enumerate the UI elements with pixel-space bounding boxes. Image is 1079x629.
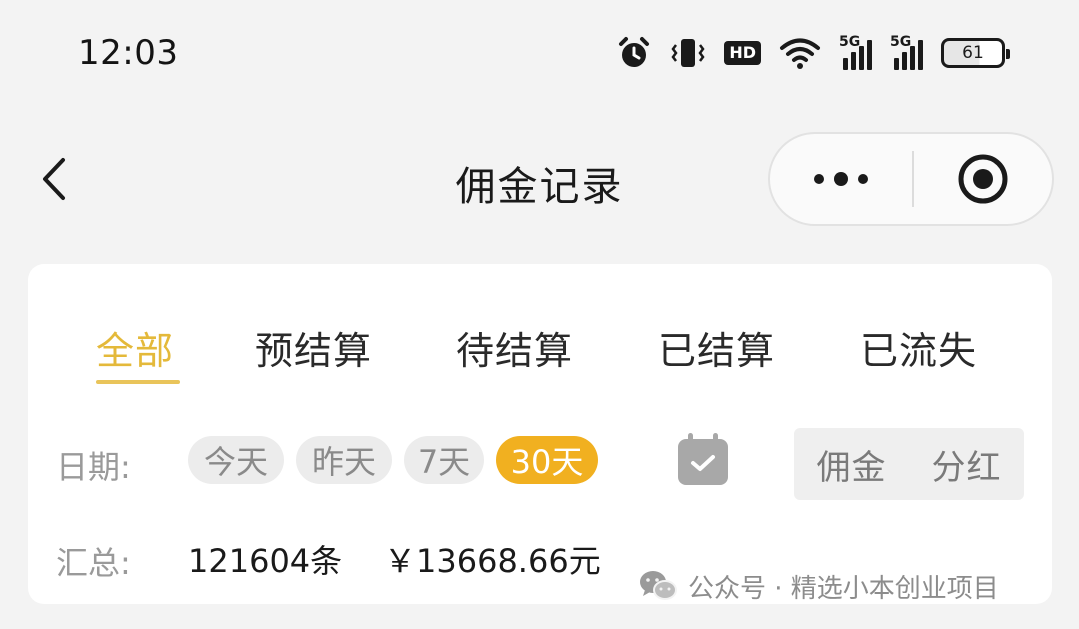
close-button[interactable]	[914, 134, 1052, 224]
date-label: 日期:	[56, 448, 131, 486]
active-tab-underline	[96, 380, 180, 384]
alarm-icon	[616, 35, 652, 71]
mini-program-capsule	[768, 132, 1054, 226]
watermark-text: 公众号 · 精选小本创业项目	[688, 573, 999, 604]
status-icons: HD 5G 5G 61	[598, 32, 1010, 74]
commission-dividend-toggle: 佣金 分红	[794, 428, 1024, 500]
hd-voice-icon: HD	[724, 41, 761, 65]
chip-7-days[interactable]: 7天	[404, 436, 484, 484]
signal-tag: 5G	[890, 34, 912, 50]
status-bar: 12:03 HD 5G 5G 61	[0, 0, 1079, 110]
toggle-dividend[interactable]: 分红	[909, 440, 1024, 489]
more-button[interactable]	[770, 134, 912, 224]
tab-lost[interactable]: 已流失	[860, 320, 977, 375]
status-tabs: 全部 预结算 待结算 已结算 已流失	[28, 320, 1052, 390]
calendar-check-icon	[678, 433, 728, 485]
summary-amount: ￥13668.66元	[384, 542, 601, 580]
signal-icon: 5G	[839, 34, 872, 70]
commission-card: 全部 预结算 待结算 已结算 已流失 日期: 今天 昨天 7天 30天 佣金 分…	[28, 264, 1052, 604]
toggle-commission[interactable]: 佣金	[794, 440, 909, 489]
date-filter: 日期: 今天 昨天 7天 30天 佣金 分红	[28, 428, 1052, 504]
wifi-icon	[779, 35, 821, 71]
summary-label: 汇总:	[56, 544, 131, 582]
tab-all[interactable]: 全部	[96, 320, 174, 375]
tab-pre-settle[interactable]: 预结算	[255, 320, 372, 375]
wechat-icon	[638, 569, 678, 603]
watermark: 公众号 · 精选小本创业项目	[638, 566, 999, 606]
status-time: 12:03	[78, 33, 179, 73]
battery-icon: 61	[941, 38, 1010, 68]
calendar-button[interactable]	[675, 430, 731, 488]
signal-tag: 5G	[839, 34, 861, 50]
tab-pending-settle[interactable]: 待结算	[456, 320, 573, 375]
chip-today[interactable]: 今天	[188, 436, 284, 484]
more-dots-icon	[814, 172, 868, 186]
signal-icon: 5G	[890, 34, 923, 70]
tab-settled[interactable]: 已结算	[658, 320, 775, 375]
chip-30-days[interactable]: 30天	[496, 436, 598, 484]
nav-bar: 佣金记录	[0, 110, 1079, 250]
summary-count: 121604条	[188, 542, 343, 580]
close-target-icon	[958, 154, 1008, 204]
vibrate-icon	[670, 35, 706, 71]
chip-yesterday[interactable]: 昨天	[296, 436, 392, 484]
